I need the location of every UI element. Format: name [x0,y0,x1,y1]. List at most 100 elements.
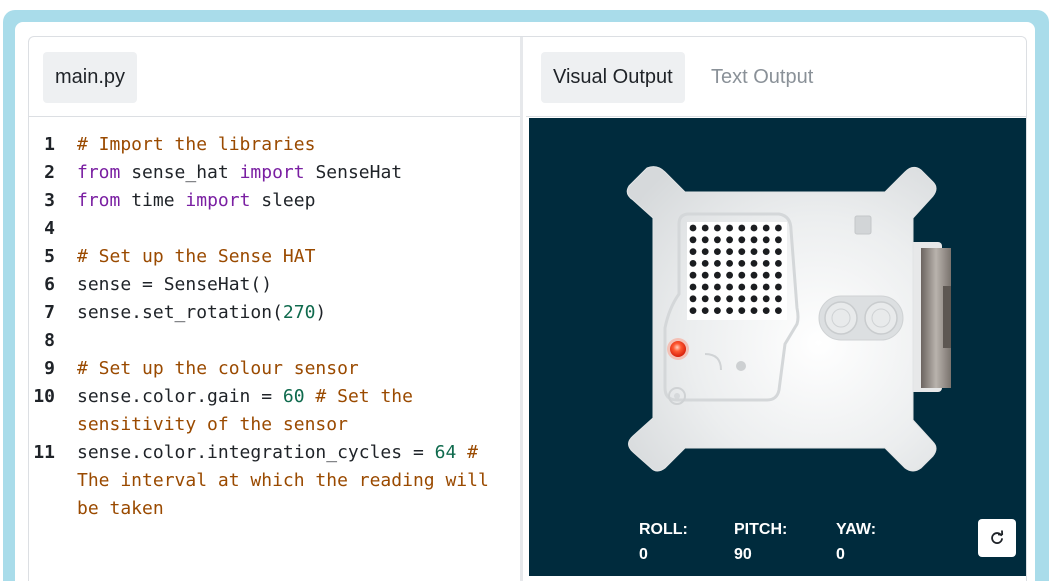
roll-readout: ROLL: 0 [639,518,729,568]
code-line[interactable]: 9 # Set up the colour sensor [29,355,520,383]
led-pixel [701,307,709,314]
led-pixel [689,283,697,291]
file-tab-main-py[interactable]: main.py [43,52,138,103]
code-line[interactable]: 5 # Set up the Sense HAT [29,243,520,271]
led-pixel [738,260,746,267]
line-number: 7 [44,302,55,323]
led-pixel [714,236,721,244]
led-pixel [726,271,733,279]
led-pixel [726,283,733,291]
code-line[interactable]: 2 from sense_hat import SenseHat [29,159,520,187]
visual-output-canvas: ROLL: 0 PITCH: 90 YAW: 0 [529,118,1026,576]
code-line[interactable]: 7 sense.set_rotation(270) [29,299,520,327]
code-line[interactable]: 4 [29,215,520,243]
led-pixel [689,224,697,232]
code-token: ) [315,302,327,323]
led-pixel [762,271,770,279]
led-pixel [714,224,721,232]
code-text: from time import sleep [73,187,520,215]
code-text: from sense_hat import SenseHat [73,159,520,187]
code-text: sense = SenseHat() [73,271,520,299]
code-token: sense_hat [120,162,240,183]
line-number: 9 [44,358,55,379]
led-pixel [750,283,758,291]
code-line[interactable]: 10 sense.color.gain = 60 # Set the sensit… [29,383,520,439]
led-pixel [689,295,697,303]
led-pixel [689,248,697,256]
led-pixel [701,260,709,267]
reset-orientation-button[interactable] [978,519,1016,557]
led-pixel [714,307,721,314]
led-pixel [762,307,770,314]
led-pixel [726,248,733,256]
pitch-readout: PITCH: 90 [734,518,824,568]
led-pixel [738,236,746,244]
line-number: 11 [33,442,55,463]
line-number: 6 [44,274,55,295]
led-pixel [689,307,697,314]
sense-hat-illustration[interactable] [529,118,1025,576]
editor-workspace: main.py 1 # Import the libraries 2 from sen… [28,36,1027,581]
code-line[interactable]: 6 sense = SenseHat() [29,271,520,299]
led-pixel [762,236,770,244]
code-text: # Set up the Sense HAT [73,243,520,271]
led-pixel [750,236,758,244]
code-token: time [120,190,186,211]
code-token: import [185,190,251,211]
code-token: from [77,162,121,183]
status-led-icon [670,341,686,357]
code-text: sense.color.integration_cycles = 64 # Th… [73,439,520,523]
led-pixel [775,295,782,303]
code-text: sense.set_rotation(270) [73,299,520,327]
code-line[interactable]: 11 sense.color.integration_cycles = 64 # … [29,439,520,523]
yaw-value: 0 [836,546,845,563]
line-number: 5 [44,246,55,267]
led-pixel [726,295,733,303]
led-pixel [750,307,758,314]
led-pixel [689,260,697,267]
tab-text-output[interactable]: Text Output [699,52,825,103]
led-pixel [775,260,782,267]
output-tab-bar: Visual Output Text Output [526,37,1026,117]
code-token: # Set up the Sense HAT [77,246,316,267]
code-token: sense.color.gain = [77,386,283,407]
line-number: 4 [44,218,55,239]
code-text: # Set up the colour sensor [73,355,520,383]
line-number: 3 [44,190,55,211]
code-area[interactable]: 1 # Import the libraries 2 from sense_hat i… [29,131,520,523]
yaw-readout: YAW: 0 [836,518,926,568]
code-token: sense = SenseHat() [77,274,273,295]
code-line[interactable]: 1 # Import the libraries [29,131,520,159]
code-token: 60 [282,386,305,407]
code-line[interactable]: 3 from time import sleep [29,187,520,215]
led-pixel [762,260,770,267]
led-pixel [775,271,782,279]
led-pixel [762,283,770,291]
code-token: 270 [282,302,316,323]
led-pixel [750,260,758,267]
editor-tab-bar: main.py [29,37,520,117]
pitch-value: 90 [734,546,752,563]
led-pixel [714,248,721,256]
code-token: SenseHat [304,162,403,183]
line-number: 8 [44,330,55,351]
led-pixel [775,224,782,232]
pitch-label: PITCH: [734,521,788,538]
output-panel: Visual Output Text Output ROLL: 0 PITCH:… [526,37,1026,581]
code-token: # Set up the colour sensor [77,358,359,379]
code-text: sense.color.gain = 60 # Set the sensitiv… [73,383,520,439]
led-pixel [738,295,746,303]
led-pixel [738,283,746,291]
tab-visual-output[interactable]: Visual Output [541,52,685,103]
roll-label: ROLL: [639,521,688,538]
led-pixel [689,271,697,279]
led-pixel [775,307,782,314]
led-pixel [750,271,758,279]
code-line[interactable]: 8 [29,327,520,355]
code-token: # Import the libraries [77,134,316,155]
led-pixel [762,224,770,232]
led-pixel [750,224,758,232]
led-pixel [714,295,721,303]
